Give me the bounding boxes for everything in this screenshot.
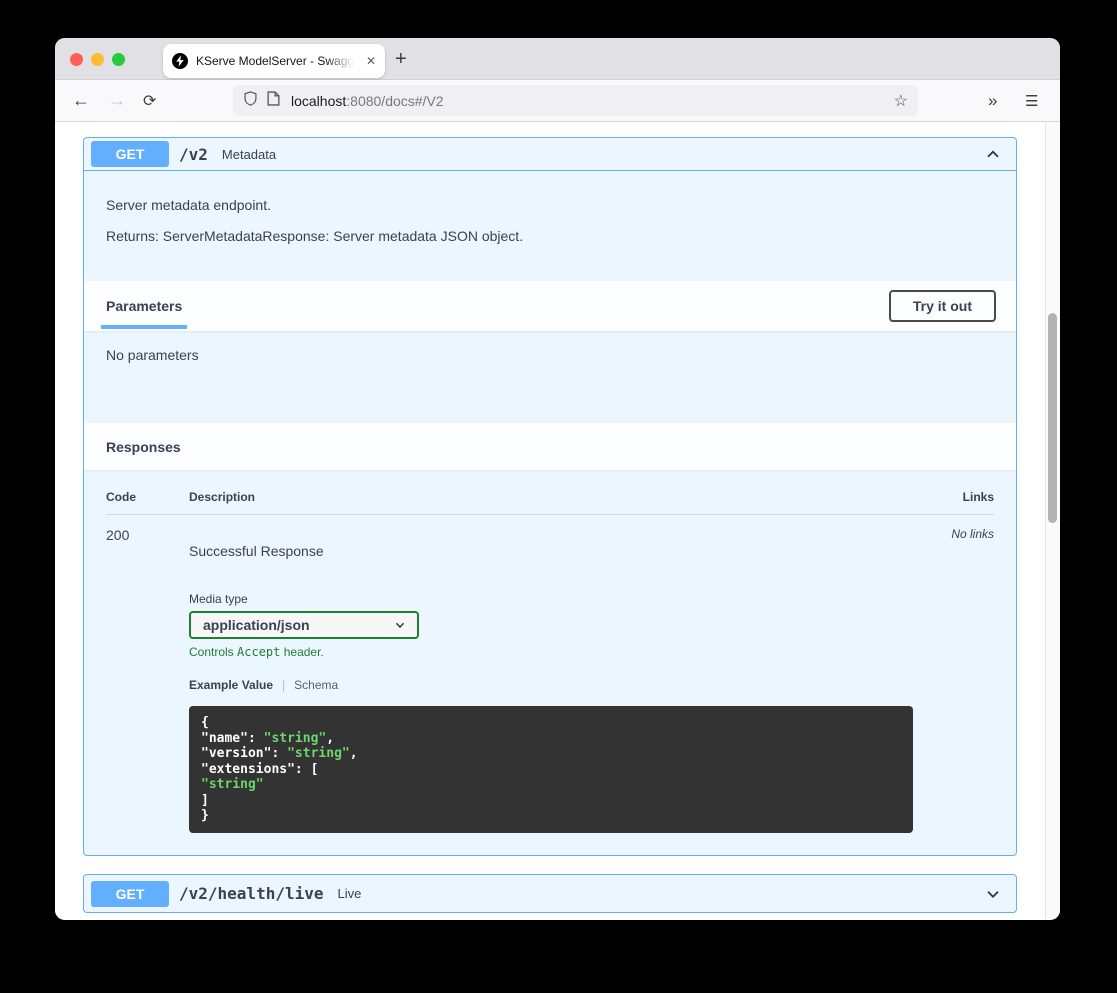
response-description-cell: Successful Response Media type applicati… <box>189 527 924 833</box>
hint-prefix: Controls <box>189 645 237 659</box>
browser-window: KServe ModelServer - Swagger UI ✕ + ← → … <box>55 38 1060 920</box>
scrollbar-thumb[interactable] <box>1048 313 1057 523</box>
back-icon[interactable]: ← <box>72 80 90 121</box>
opblock-get-v2-header[interactable]: GET /v2 Metadata <box>84 138 1016 171</box>
toolbar-overflow-icon[interactable]: » <box>988 80 995 121</box>
shield-icon[interactable] <box>243 90 258 112</box>
responses-body: Code Description Links 200 Successful Re… <box>84 470 1016 853</box>
page-scrollbar[interactable] <box>1045 122 1060 919</box>
column-header-description: Description <box>189 490 924 504</box>
description-line: Server metadata endpoint. <box>106 197 994 213</box>
accept-header-hint: Controls Accept header. <box>189 645 924 659</box>
endpoint-summary: Live <box>338 886 362 901</box>
chevron-down-icon[interactable] <box>984 885 1002 903</box>
response-code: 200 <box>106 527 189 833</box>
try-it-out-button[interactable]: Try it out <box>889 290 996 322</box>
opblock-health-live-header[interactable]: GET /v2/health/live Live <box>84 875 1016 912</box>
url-bar[interactable]: localhost:8080/docs#/V2 ☆ <box>233 85 918 116</box>
tab-example-value[interactable]: Example Value <box>189 678 273 692</box>
tab-title: KServe ModelServer - Swagger UI <box>196 54 354 68</box>
media-type-select[interactable]: application/json <box>189 611 419 639</box>
description-line: Returns: ServerMetadataResponse: Server … <box>106 228 994 244</box>
column-header-code: Code <box>106 490 189 504</box>
minimize-window-button[interactable] <box>91 53 104 66</box>
browser-toolbar: ← → ⟳ localhost:8080/docs#/V2 ☆ » ☰ <box>55 80 1060 122</box>
tab-divider: | <box>282 678 285 692</box>
close-window-button[interactable] <box>70 53 83 66</box>
swagger-page: GET /v2 Metadata Server metadata endpoin… <box>55 122 1060 919</box>
maximize-window-button[interactable] <box>112 53 125 66</box>
method-badge-get: GET <box>91 141 169 167</box>
fastapi-bolt-icon <box>172 53 188 69</box>
forward-icon: → <box>108 80 126 121</box>
response-links: No links <box>924 527 994 833</box>
tab-parameters: Parameters <box>106 298 182 314</box>
bookmark-star-icon[interactable]: ☆ <box>894 91 908 111</box>
url-path: :8080/docs#/V2 <box>346 93 443 109</box>
url-text[interactable]: localhost:8080/docs#/V2 <box>291 93 444 109</box>
refresh-icon[interactable]: ⟳ <box>143 80 156 121</box>
media-type-label: Media type <box>189 592 924 606</box>
method-badge-get: GET <box>91 881 169 907</box>
chevron-down-icon <box>393 618 407 632</box>
tab-schema[interactable]: Schema <box>294 678 338 692</box>
browser-tab[interactable]: KServe ModelServer - Swagger UI ✕ <box>163 44 385 78</box>
column-header-links: Links <box>924 490 994 504</box>
media-type-value: application/json <box>203 617 310 633</box>
opblock-get-v2: GET /v2 Metadata Server metadata endpoin… <box>83 137 1017 856</box>
tab-strip: KServe ModelServer - Swagger UI ✕ + <box>55 38 1060 80</box>
responses-header: Responses <box>84 423 1016 470</box>
response-description: Successful Response <box>189 543 924 559</box>
model-example-tabs: Example Value | Schema <box>189 678 924 692</box>
opblock-get-v2-health-live: GET /v2/health/live Live <box>83 874 1017 913</box>
hint-suffix: header. <box>280 645 323 659</box>
no-parameters-message: No parameters <box>84 331 1016 423</box>
tab-close-icon[interactable]: ✕ <box>366 54 376 68</box>
page-info-icon[interactable] <box>267 91 280 111</box>
endpoint-path: /v2 <box>179 145 208 164</box>
example-json-code[interactable]: { "name": "string", "version": "string",… <box>189 706 913 833</box>
parameters-header: Parameters Try it out <box>84 281 1016 331</box>
url-host: localhost <box>291 93 346 109</box>
responses-table-header: Code Description Links <box>106 486 994 515</box>
hamburger-menu-icon[interactable]: ☰ <box>1025 80 1038 121</box>
endpoint-summary: Metadata <box>222 147 276 162</box>
chevron-up-icon[interactable] <box>984 145 1002 163</box>
response-row-200: 200 Successful Response Media type appli… <box>106 515 994 833</box>
endpoint-path: /v2/health/live <box>179 884 324 903</box>
hint-accept-mono: Accept <box>237 645 280 659</box>
new-tab-button[interactable]: + <box>395 46 407 72</box>
endpoint-description: Server metadata endpoint. Returns: Serve… <box>84 171 1016 281</box>
